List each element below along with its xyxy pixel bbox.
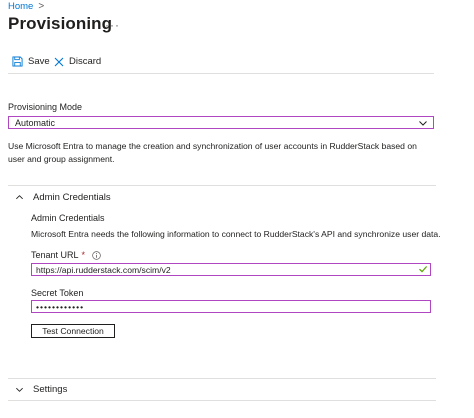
admin-credentials-section-toggle[interactable]: Admin Credentials	[15, 192, 111, 203]
tenant-url-label: Tenant URL *	[31, 250, 101, 260]
admin-credentials-title: Admin Credentials	[31, 213, 105, 223]
tenant-url-label-text: Tenant URL	[31, 250, 79, 260]
provisioning-mode-dropdown[interactable]: Automatic	[8, 116, 434, 129]
chevron-up-icon	[15, 193, 24, 202]
chevron-down-icon	[418, 118, 428, 130]
test-connection-button[interactable]: Test Connection	[31, 324, 115, 338]
chevron-down-icon	[15, 385, 24, 394]
breadcrumb-separator: >	[38, 1, 45, 12]
checkmark-icon	[418, 264, 428, 274]
save-icon	[12, 56, 23, 67]
breadcrumb: Home >	[8, 1, 44, 12]
breadcrumb-home-link[interactable]: Home	[8, 1, 33, 12]
provisioning-mode-value: Automatic	[15, 117, 56, 128]
close-icon	[54, 57, 64, 67]
toolbar-divider	[8, 73, 434, 74]
secret-token-label: Secret Token	[31, 288, 84, 298]
section-divider	[8, 185, 436, 186]
info-icon[interactable]	[92, 250, 101, 260]
section-divider	[8, 400, 436, 401]
more-options-button[interactable]: ···	[105, 18, 120, 32]
settings-header: Settings	[33, 384, 68, 395]
required-indicator: *	[81, 250, 86, 260]
provisioning-mode-label: Provisioning Mode	[8, 102, 83, 112]
page-title: Provisioning	[8, 14, 113, 33]
discard-label: Discard	[69, 56, 102, 67]
admin-credentials-description: Microsoft Entra needs the following info…	[31, 229, 441, 239]
save-button[interactable]: Save	[12, 56, 50, 67]
settings-section-toggle[interactable]: Settings	[15, 384, 67, 395]
tenant-url-input[interactable]	[31, 263, 431, 276]
discard-button[interactable]: Discard	[54, 56, 101, 67]
admin-credentials-header: Admin Credentials	[33, 192, 111, 203]
section-divider	[8, 378, 436, 379]
provisioning-mode-description: Use Microsoft Entra to manage the creati…	[8, 141, 417, 164]
secret-token-input[interactable]	[31, 300, 431, 313]
save-label: Save	[28, 56, 50, 67]
